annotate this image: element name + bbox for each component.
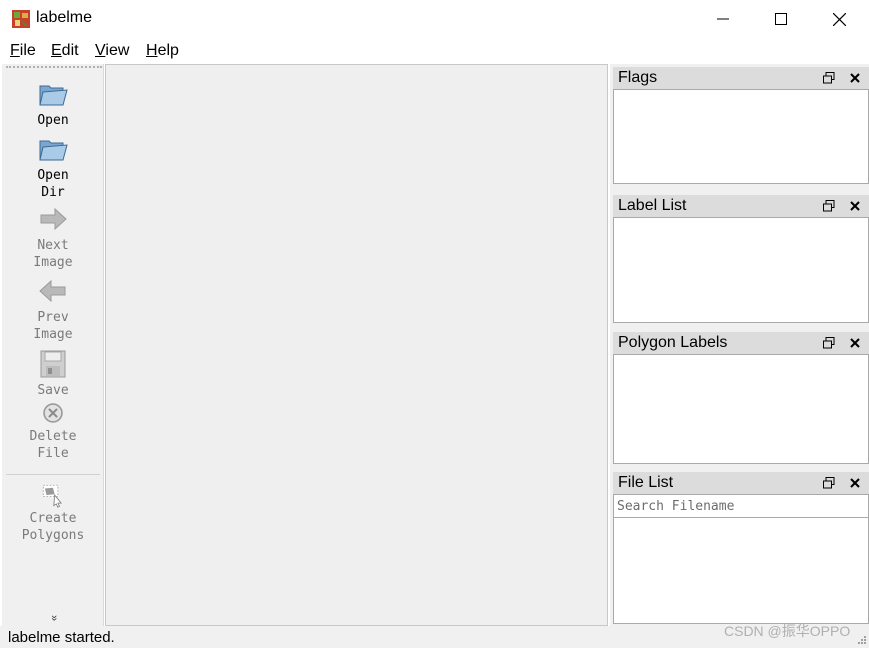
close-icon[interactable]	[848, 336, 862, 350]
create-polygons-button[interactable]: Create Polygons	[2, 482, 104, 544]
open-dir-label: Open Dir	[37, 168, 69, 200]
close-window-button[interactable]	[810, 0, 868, 38]
tools-toolbar: Open Open Dir Next Image Prev Image Save	[2, 64, 104, 626]
menu-file-accel: F	[10, 42, 20, 59]
save-label: Save	[37, 383, 69, 398]
float-icon[interactable]	[823, 72, 835, 84]
polygon-labels-dock-title: Polygon Labels	[618, 334, 728, 351]
float-icon[interactable]	[823, 200, 835, 212]
arrow-left-icon	[39, 279, 66, 303]
menu-bar: File Edit View Help	[0, 38, 869, 64]
flags-dock-title: Flags	[618, 69, 658, 86]
polygon-labels-dock-title-bar[interactable]: Polygon Labels	[613, 332, 869, 354]
size-grip-icon[interactable]	[856, 636, 867, 647]
file-list-dock-title-bar[interactable]: File List	[613, 472, 869, 494]
menu-help-label: elp	[157, 42, 179, 59]
flags-dock: Flags	[613, 67, 869, 184]
folder-open-icon	[39, 85, 68, 106]
delete-file-label: Delete File	[29, 429, 77, 461]
labelme-app-icon	[12, 10, 30, 28]
close-icon[interactable]	[848, 199, 862, 213]
menu-help-accel: H	[146, 42, 158, 59]
prev-image-label: Prev Image	[33, 310, 73, 342]
minimize-icon	[717, 18, 729, 20]
watermark: CSDN @振华OPPO	[724, 623, 851, 639]
toolbar-extension-icon[interactable]: »	[47, 611, 60, 625]
label-list-dock-title: Label List	[618, 197, 687, 214]
dock-area: Flags Label List Polygon Labels File Lis…	[610, 64, 869, 626]
menu-help[interactable]: Help	[146, 42, 179, 60]
next-image-button[interactable]: Next Image	[2, 203, 104, 271]
search-filename-input[interactable]	[613, 494, 869, 518]
minimize-button[interactable]	[694, 0, 752, 38]
open-button[interactable]: Open	[2, 78, 104, 129]
file-list-dock: File List	[613, 472, 869, 624]
menu-view-accel: V	[95, 42, 106, 59]
close-icon[interactable]	[848, 71, 862, 85]
save-button[interactable]: Save	[2, 348, 104, 399]
delete-circle-icon	[43, 403, 63, 423]
window-title: labelme	[36, 9, 93, 26]
menu-view-label: iew	[105, 42, 130, 59]
polygon-labels-dock: Polygon Labels	[613, 332, 869, 464]
float-icon[interactable]	[823, 337, 835, 349]
toolbar-grip[interactable]	[6, 66, 102, 68]
close-icon	[832, 12, 846, 26]
open-label: Open	[37, 113, 69, 128]
next-image-label: Next Image	[33, 238, 73, 270]
label-list-dock: Label List	[613, 195, 869, 323]
toolbar-separator	[6, 474, 100, 475]
floppy-disk-icon	[40, 350, 66, 378]
float-icon[interactable]	[823, 477, 835, 489]
file-list[interactable]	[613, 518, 869, 624]
delete-file-button[interactable]: Delete File	[2, 400, 104, 462]
label-list[interactable]	[613, 217, 869, 323]
menu-file[interactable]: File	[10, 42, 36, 60]
open-dir-button[interactable]: Open Dir	[2, 133, 104, 201]
close-icon[interactable]	[848, 476, 862, 490]
menu-view[interactable]: View	[95, 42, 129, 60]
maximize-button[interactable]	[752, 0, 810, 38]
menu-file-label: ile	[19, 42, 36, 59]
file-list-dock-title: File List	[618, 474, 674, 491]
image-canvas[interactable]	[105, 64, 608, 626]
flags-dock-title-bar[interactable]: Flags	[613, 67, 869, 89]
menu-edit-accel: E	[51, 42, 62, 59]
maximize-icon	[775, 13, 787, 25]
flags-list[interactable]	[613, 89, 869, 184]
polygon-icon	[42, 484, 62, 508]
polygon-labels-list[interactable]	[613, 354, 869, 464]
prev-image-button[interactable]: Prev Image	[2, 275, 104, 343]
title-bar: labelme	[0, 0, 869, 38]
folder-open-icon	[39, 140, 68, 161]
menu-edit[interactable]: Edit	[51, 42, 79, 60]
label-list-dock-title-bar[interactable]: Label List	[613, 195, 869, 217]
create-polygons-label: Create Polygons	[21, 511, 85, 543]
menu-edit-label: dit	[61, 42, 79, 59]
arrow-right-icon	[40, 207, 67, 231]
status-message: labelme started.	[8, 629, 115, 646]
